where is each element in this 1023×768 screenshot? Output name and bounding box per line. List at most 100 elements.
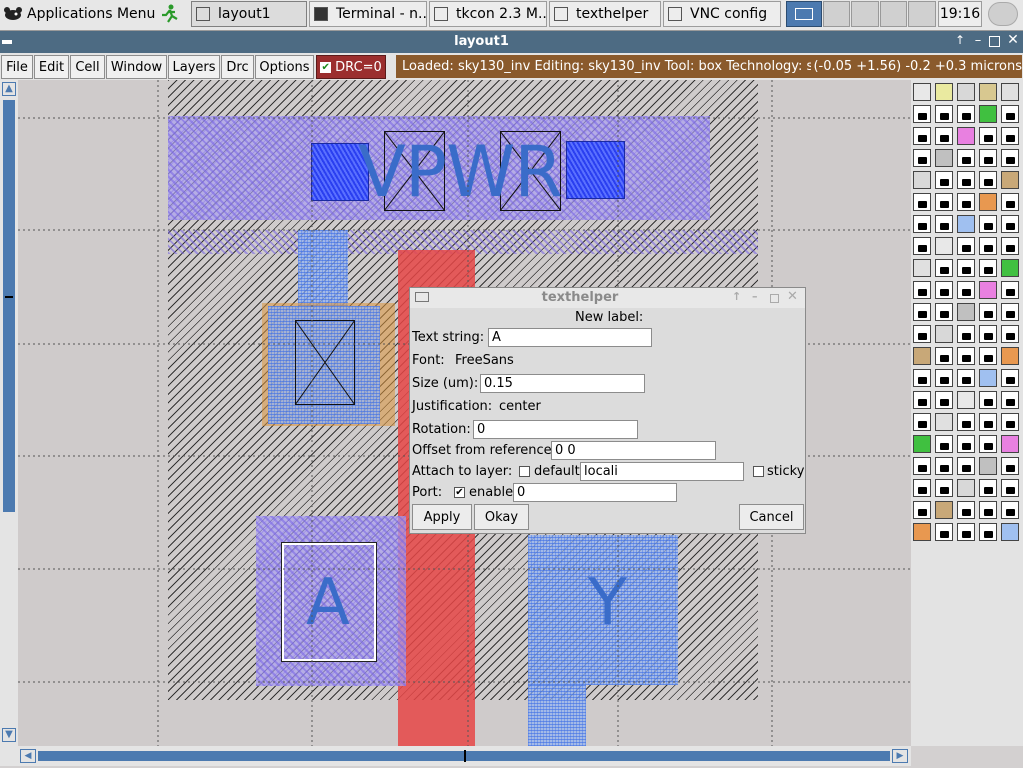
menu-file[interactable]: File [1,55,33,79]
layer-swatch[interactable] [913,127,931,145]
layer-swatch[interactable] [913,523,931,541]
layer-swatch[interactable] [979,457,997,475]
layer-swatch[interactable] [935,281,953,299]
window-titlebar[interactable]: layout1 ↑ – ✕ [0,31,1023,53]
layer-swatch[interactable] [1001,501,1019,519]
dialog-titlebar[interactable]: texthelper ↑ – ✕ [410,288,805,308]
layer-swatch[interactable] [1001,281,1019,299]
layer-swatch[interactable] [1001,479,1019,497]
layer-swatch[interactable] [1001,149,1019,167]
layer-swatch[interactable] [957,193,975,211]
layer-palette[interactable] [911,80,1023,746]
layer-swatch[interactable] [913,281,931,299]
layer-swatch[interactable] [1001,413,1019,431]
layer-swatch[interactable] [913,303,931,321]
layer-swatch[interactable] [935,501,953,519]
layer-swatch[interactable] [913,369,931,387]
cancel-button[interactable]: Cancel [739,504,804,530]
offset-input[interactable]: 0 0 [551,441,716,460]
layer-swatch[interactable] [935,149,953,167]
layer-swatch[interactable] [935,83,953,101]
layer-swatch[interactable] [935,523,953,541]
layer-swatch[interactable] [979,215,997,233]
justification-value[interactable]: center [499,399,541,414]
menu-options[interactable]: Options [255,55,314,79]
layer-swatch[interactable] [913,83,931,101]
task-texthelper[interactable]: texthelper [549,1,661,27]
user-icon[interactable] [988,2,1018,26]
layer-swatch[interactable] [957,237,975,255]
layer-swatch[interactable] [913,149,931,167]
layer-swatch[interactable] [913,457,931,475]
scroll-up-arrow-icon[interactable]: ▲ [2,82,16,96]
layer-swatch[interactable] [979,171,997,189]
layer-swatch[interactable] [957,171,975,189]
vertical-scroll-thumb[interactable] [3,100,15,512]
layer-swatch[interactable] [957,303,975,321]
layer-swatch[interactable] [957,413,975,431]
layer-swatch[interactable] [935,369,953,387]
layer-swatch[interactable] [1001,369,1019,387]
layer-swatch[interactable] [979,501,997,519]
layer-swatch[interactable] [1001,523,1019,541]
layer-swatch[interactable] [979,259,997,277]
layer-swatch[interactable] [913,171,931,189]
layer-swatch[interactable] [1001,105,1019,123]
layer-swatch[interactable] [913,193,931,211]
layer-swatch[interactable] [935,259,953,277]
rotation-input[interactable]: 0 [473,420,638,439]
layer-swatch[interactable] [957,435,975,453]
workspace-1[interactable] [786,1,822,27]
layer-swatch[interactable] [979,149,997,167]
layer-swatch[interactable] [935,193,953,211]
layer-swatch[interactable] [935,237,953,255]
layer-swatch[interactable] [979,391,997,409]
dialog-minimize-icon[interactable]: – [752,290,758,303]
layer-swatch[interactable] [913,215,931,233]
layer-swatch[interactable] [979,237,997,255]
layer-swatch[interactable] [913,325,931,343]
workspace-5[interactable] [908,1,936,27]
dialog-maximize-icon[interactable] [770,294,779,303]
running-man-icon[interactable] [158,3,180,25]
layer-swatch[interactable] [979,369,997,387]
horizontal-scrollbar[interactable]: ◀ ▶ [18,746,911,766]
menu-layers[interactable]: Layers [168,55,220,79]
window-up-icon[interactable]: ↑ [953,33,967,49]
layer-swatch[interactable] [957,479,975,497]
layer-swatch[interactable] [979,523,997,541]
layer-swatch[interactable] [979,325,997,343]
layer-swatch[interactable] [1001,171,1019,189]
layer-swatch[interactable] [957,391,975,409]
layer-swatch[interactable] [935,435,953,453]
layer-swatch[interactable] [1001,237,1019,255]
task-terminal[interactable]: Terminal - n... [309,1,427,27]
text-string-input[interactable]: A [488,328,652,347]
layer-swatch[interactable] [1001,325,1019,343]
menu-cell[interactable]: Cell [70,55,105,79]
layer-swatch[interactable] [979,193,997,211]
layer-swatch[interactable] [913,105,931,123]
layer-swatch[interactable] [957,457,975,475]
layer-swatch[interactable] [957,105,975,123]
layer-swatch[interactable] [979,303,997,321]
workspace-switcher[interactable] [786,1,936,27]
layer-swatch[interactable] [1001,193,1019,211]
layer-swatch[interactable] [913,479,931,497]
layer-swatch[interactable] [935,105,953,123]
scroll-down-arrow-icon[interactable]: ▼ [2,728,16,742]
layer-swatch[interactable] [979,413,997,431]
layer-swatch[interactable] [979,435,997,453]
layer-swatch[interactable] [1001,303,1019,321]
layer-swatch[interactable] [935,171,953,189]
menu-window[interactable]: Window [106,55,167,79]
dialog-close-icon[interactable]: ✕ [787,289,798,304]
layer-swatch[interactable] [913,237,931,255]
layer-swatch[interactable] [913,259,931,277]
layer-swatch[interactable] [935,303,953,321]
task-tkcon[interactable]: tkcon 2.3 M... [429,1,547,27]
layer-swatch[interactable] [979,105,997,123]
menu-drc[interactable]: Drc [221,55,254,79]
layer-swatch[interactable] [979,347,997,365]
workspace-4[interactable] [879,1,908,27]
